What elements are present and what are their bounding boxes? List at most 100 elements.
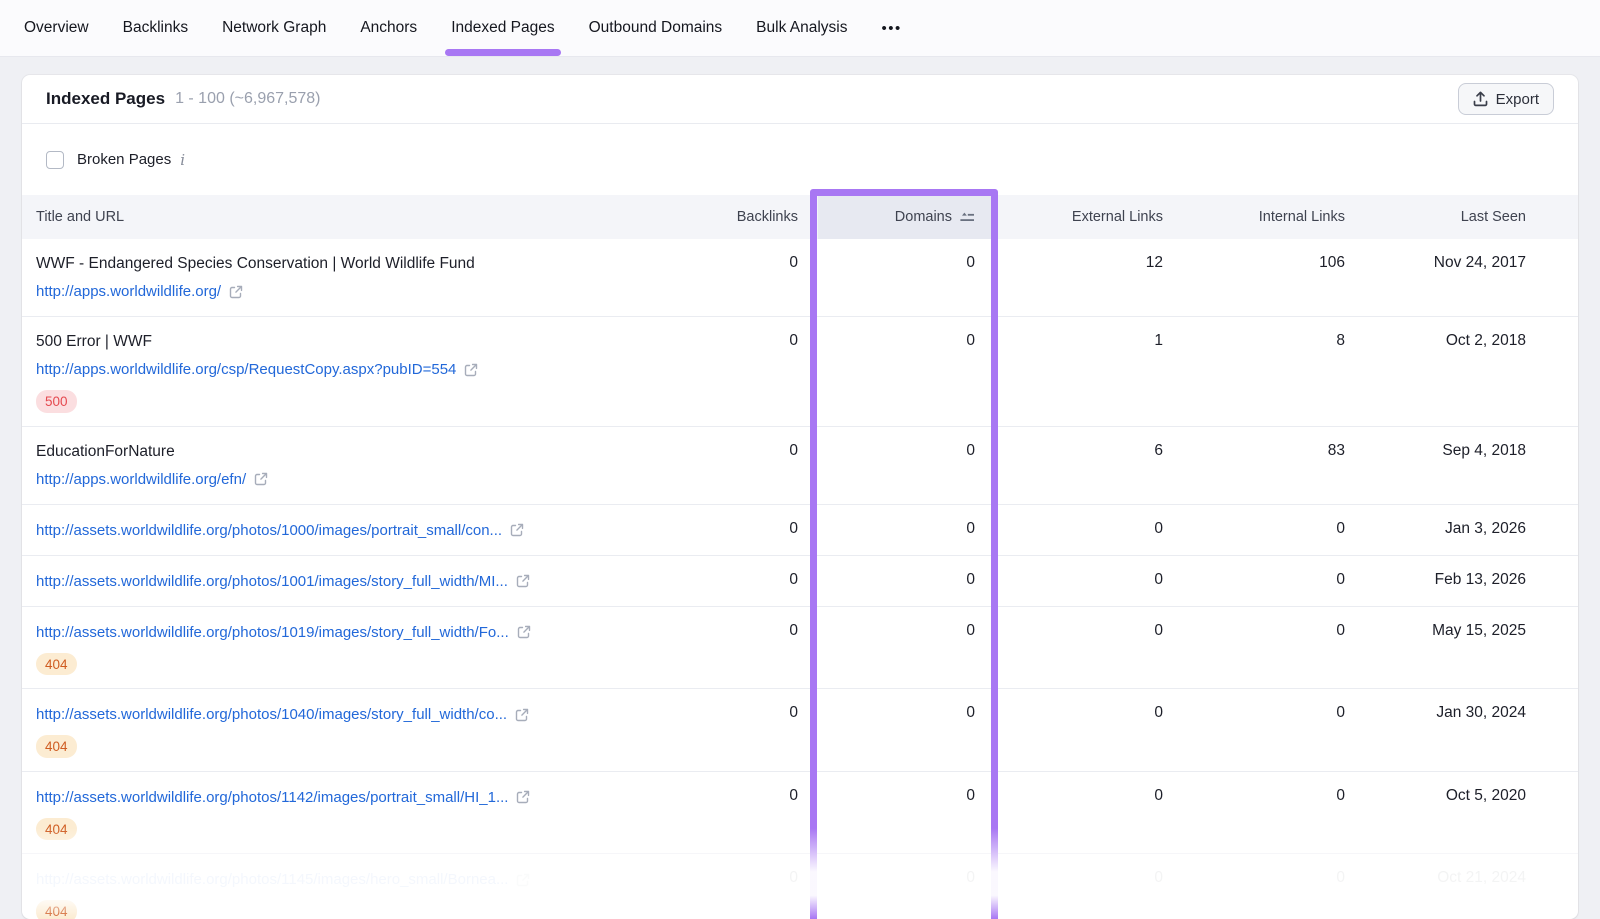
backlinks-value: 0 — [692, 505, 818, 555]
backlinks-value: 0 — [692, 772, 818, 854]
table-body: WWF - Endangered Species Conservation | … — [22, 239, 1578, 919]
external-link-icon[interactable] — [464, 363, 478, 377]
column-header-internal-links[interactable]: Internal Links — [1183, 195, 1365, 239]
external-links-value: 12 — [991, 239, 1183, 316]
internal-links-value: 0 — [1183, 607, 1365, 689]
tab-overview[interactable]: Overview — [24, 0, 89, 56]
title-url-cell: http://assets.worldwildlife.org/photos/1… — [22, 505, 692, 555]
last-seen-value: Oct 21, 2024 — [1365, 854, 1578, 919]
result-url-link[interactable]: http://apps.worldwildlife.org/ — [36, 280, 221, 303]
status-code-badge: 404 — [36, 818, 77, 841]
last-seen-value: May 15, 2025 — [1365, 607, 1578, 689]
backlinks-value: 0 — [692, 427, 818, 504]
info-icon[interactable]: i — [180, 151, 185, 169]
external-link-icon[interactable] — [516, 574, 530, 588]
domains-value: 0 — [818, 317, 991, 426]
result-url-link[interactable]: http://assets.worldwildlife.org/photos/1… — [36, 786, 508, 809]
last-seen-value: Feb 13, 2026 — [1365, 556, 1578, 606]
title-url-cell: EducationForNature http://apps.worldwild… — [22, 427, 692, 504]
backlinks-value: 0 — [692, 556, 818, 606]
internal-links-value: 0 — [1183, 505, 1365, 555]
result-url-link[interactable]: http://assets.worldwildlife.org/photos/1… — [36, 519, 502, 542]
status-code-badge: 404 — [36, 900, 77, 919]
result-title: WWF - Endangered Species Conservation | … — [36, 253, 668, 275]
internal-links-value: 0 — [1183, 689, 1365, 771]
internal-links-value: 8 — [1183, 317, 1365, 426]
filter-row: Broken Pages i — [22, 124, 1578, 195]
external-links-value: 0 — [991, 772, 1183, 854]
card-header: Indexed Pages 1 - 100 (~6,967,578) Expor… — [22, 75, 1578, 124]
domains-value: 0 — [818, 239, 991, 316]
external-link-icon[interactable] — [254, 472, 268, 486]
title-url-cell: http://assets.worldwildlife.org/photos/1… — [22, 607, 692, 689]
external-links-value: 6 — [991, 427, 1183, 504]
external-link-icon[interactable] — [516, 873, 530, 887]
result-url-link[interactable]: http://apps.worldwildlife.org/csp/Reques… — [36, 358, 456, 381]
external-links-value: 0 — [991, 689, 1183, 771]
last-seen-value: Nov 24, 2017 — [1365, 239, 1578, 316]
result-title: EducationForNature — [36, 441, 668, 463]
backlinks-value: 0 — [692, 317, 818, 426]
domains-value: 0 — [818, 689, 991, 771]
table-row: http://assets.worldwildlife.org/photos/1… — [22, 556, 1578, 607]
broken-pages-label: Broken Pages — [77, 151, 171, 168]
external-link-icon[interactable] — [515, 708, 529, 722]
export-button[interactable]: Export — [1458, 83, 1554, 115]
result-title: 500 Error | WWF — [36, 331, 668, 353]
last-seen-value: Jan 30, 2024 — [1365, 689, 1578, 771]
tab-anchors[interactable]: Anchors — [360, 0, 417, 56]
result-url-link[interactable]: http://assets.worldwildlife.org/photos/1… — [36, 703, 507, 726]
internal-links-value: 83 — [1183, 427, 1365, 504]
more-tabs-button[interactable]: ••• — [882, 20, 902, 37]
external-links-value: 0 — [991, 505, 1183, 555]
title-url-cell: 500 Error | WWF http://apps.worldwildlif… — [22, 317, 692, 426]
last-seen-value: Oct 5, 2020 — [1365, 772, 1578, 854]
tab-indexed-pages[interactable]: Indexed Pages — [451, 0, 554, 56]
result-url-link[interactable]: http://apps.worldwildlife.org/efn/ — [36, 468, 246, 491]
external-links-value: 0 — [991, 854, 1183, 919]
external-link-icon[interactable] — [229, 285, 243, 299]
domains-value: 0 — [818, 556, 991, 606]
result-url-link[interactable]: http://assets.worldwildlife.org/photos/1… — [36, 868, 508, 891]
internal-links-value: 0 — [1183, 854, 1365, 919]
table-row: http://assets.worldwildlife.org/photos/1… — [22, 772, 1578, 855]
column-header-external-links[interactable]: External Links — [991, 195, 1183, 239]
backlinks-value: 0 — [692, 689, 818, 771]
result-range: 1 - 100 (~6,967,578) — [175, 90, 320, 108]
column-header-title-url[interactable]: Title and URL — [22, 195, 692, 239]
backlinks-value: 0 — [692, 607, 818, 689]
tab-backlinks[interactable]: Backlinks — [123, 0, 188, 56]
result-url-link[interactable]: http://assets.worldwildlife.org/photos/1… — [36, 621, 509, 644]
column-header-last-seen[interactable]: Last Seen — [1365, 195, 1578, 239]
external-link-icon[interactable] — [510, 523, 524, 537]
sort-icon — [959, 212, 975, 223]
title-url-cell: http://assets.worldwildlife.org/photos/1… — [22, 556, 692, 606]
backlinks-value: 0 — [692, 854, 818, 919]
table-row: 500 Error | WWF http://apps.worldwildlif… — [22, 317, 1578, 427]
domains-value: 0 — [818, 854, 991, 919]
last-seen-value: Oct 2, 2018 — [1365, 317, 1578, 426]
result-url-link[interactable]: http://assets.worldwildlife.org/photos/1… — [36, 570, 508, 593]
tab-network-graph[interactable]: Network Graph — [222, 0, 326, 56]
table-row: http://assets.worldwildlife.org/photos/1… — [22, 689, 1578, 772]
table-row: http://assets.worldwildlife.org/photos/1… — [22, 854, 1578, 919]
report-tabs-bar: Overview Backlinks Network Graph Anchors… — [0, 0, 1600, 57]
external-link-icon[interactable] — [517, 625, 531, 639]
status-code-badge: 404 — [36, 653, 77, 676]
title-url-cell: WWF - Endangered Species Conservation | … — [22, 239, 692, 316]
broken-pages-checkbox[interactable] — [46, 151, 64, 169]
table-row: WWF - Endangered Species Conservation | … — [22, 239, 1578, 317]
page-title: Indexed Pages — [46, 89, 165, 109]
domains-value: 0 — [818, 607, 991, 689]
export-icon — [1473, 91, 1488, 107]
column-header-backlinks[interactable]: Backlinks — [692, 195, 818, 239]
table-row: EducationForNature http://apps.worldwild… — [22, 427, 1578, 505]
tab-outbound-domains[interactable]: Outbound Domains — [589, 0, 723, 56]
export-button-label: Export — [1496, 91, 1539, 108]
column-header-domains[interactable]: Domains — [818, 195, 991, 239]
external-links-value: 0 — [991, 556, 1183, 606]
tab-bulk-analysis[interactable]: Bulk Analysis — [756, 0, 847, 56]
table-header: Title and URL Backlinks Domains External… — [22, 195, 1578, 239]
table-row: http://assets.worldwildlife.org/photos/1… — [22, 505, 1578, 556]
external-link-icon[interactable] — [516, 790, 530, 804]
